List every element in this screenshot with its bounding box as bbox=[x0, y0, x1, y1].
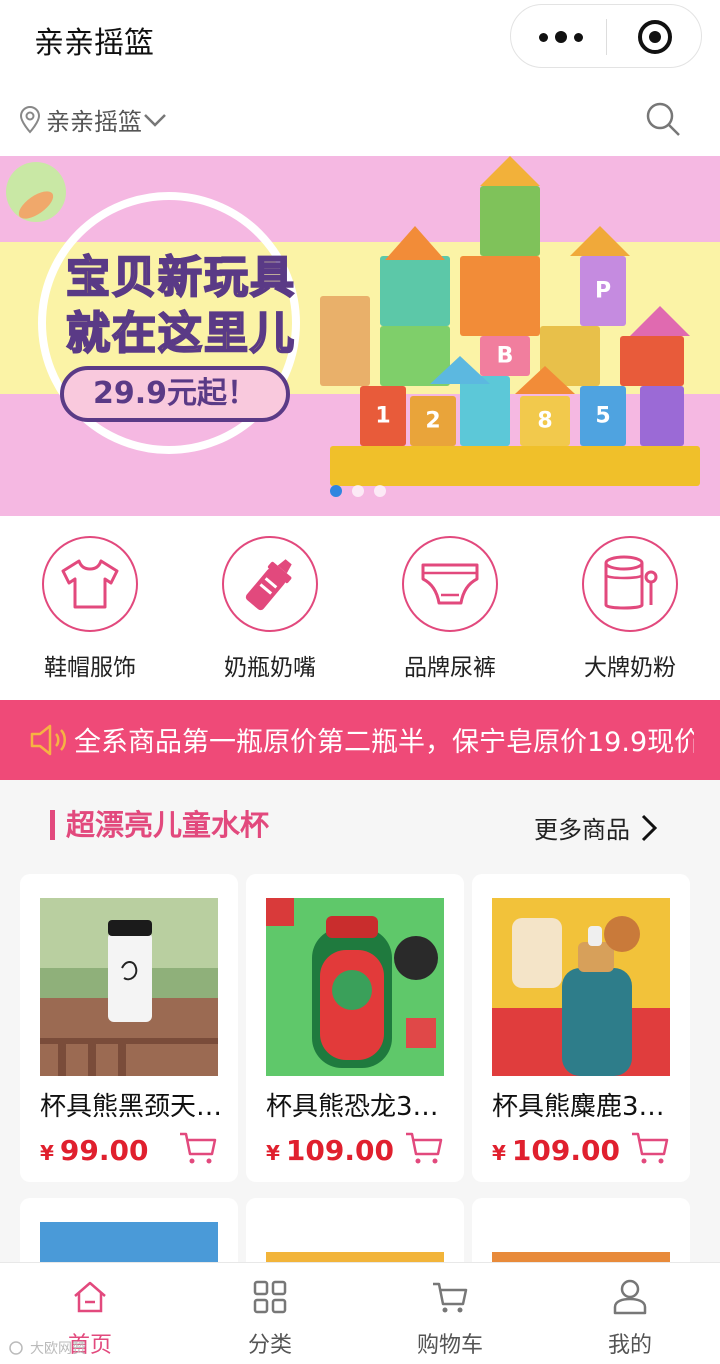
promo-banner[interactable]: 宝贝新玩具 就在这里儿 29.9元起！ 1 2 8 5 B P bbox=[0, 156, 720, 516]
category-label: 品牌尿裤 bbox=[404, 655, 496, 681]
product-image[interactable] bbox=[266, 1252, 444, 1262]
add-to-cart-icon[interactable] bbox=[630, 1130, 670, 1166]
section-header: 超漂亮儿童水杯 更多商品 bbox=[0, 780, 720, 864]
home-icon bbox=[74, 1281, 106, 1313]
category-grid: 鞋帽服饰 奶瓶奶嘴 品牌尿裤 大牌奶粉 bbox=[0, 516, 720, 700]
category-item-milk-powder[interactable]: 大牌奶粉 bbox=[540, 536, 720, 682]
more-products-link[interactable]: 更多商品 bbox=[534, 810, 658, 845]
location-name: 亲亲摇篮 bbox=[46, 108, 142, 136]
chevron-right-icon bbox=[641, 814, 658, 841]
carousel-dot-active[interactable] bbox=[330, 485, 342, 497]
product-card[interactable]: 杯具熊麋鹿316保温杯 ¥109.00 bbox=[472, 874, 690, 1182]
category-label: 奶瓶奶嘴 bbox=[224, 655, 316, 681]
section-title: 超漂亮儿童水杯 bbox=[66, 808, 270, 842]
product-image[interactable] bbox=[492, 898, 670, 1076]
product-card[interactable]: 杯具熊恐龙316保温杯 ¥109.00 bbox=[246, 874, 464, 1182]
bottom-tab-bar: 首页 分类 购物车 我的 bbox=[0, 1262, 720, 1364]
product-card[interactable]: 杯具熊黑颈天鹅保温杯 ¥99.00 bbox=[20, 874, 238, 1182]
product-name: 杯具熊黑颈天鹅保温杯 bbox=[40, 1092, 226, 1122]
category-label: 鞋帽服饰 bbox=[44, 655, 136, 681]
more-products-label: 更多商品 bbox=[534, 816, 630, 844]
tab-label: 购物车 bbox=[416, 1333, 483, 1358]
banner-headline: 宝贝新玩具 就在这里儿 bbox=[65, 250, 296, 362]
search-icon[interactable] bbox=[644, 100, 682, 138]
banner-headline-line2: 就在这里儿 bbox=[65, 307, 296, 360]
add-to-cart-icon[interactable] bbox=[404, 1130, 444, 1166]
product-image[interactable] bbox=[266, 898, 444, 1076]
mini-program-capsule bbox=[510, 4, 702, 68]
category-item-diapers[interactable]: 品牌尿裤 bbox=[360, 536, 540, 682]
tab-cart[interactable]: 购物车 bbox=[360, 1275, 540, 1359]
shirt-icon bbox=[42, 536, 138, 632]
tab-label: 我的 bbox=[607, 1333, 652, 1358]
carousel-dot[interactable] bbox=[374, 485, 386, 497]
tab-label: 分类 bbox=[247, 1333, 292, 1358]
product-price: ¥109.00 bbox=[266, 1134, 394, 1167]
baby-bottle-icon bbox=[222, 536, 318, 632]
capsule-divider bbox=[606, 19, 607, 55]
product-image[interactable] bbox=[492, 1252, 670, 1262]
category-label: 大牌奶粉 bbox=[584, 655, 676, 681]
product-price: ¥109.00 bbox=[492, 1134, 620, 1167]
tab-category[interactable]: 分类 bbox=[180, 1275, 360, 1359]
product-name: 杯具熊恐龙316保温杯 bbox=[266, 1092, 452, 1122]
watermark-text: 大欧网赞 bbox=[30, 1341, 86, 1357]
product-name: 杯具熊麋鹿316保温杯 bbox=[492, 1092, 678, 1122]
close-target-icon[interactable] bbox=[638, 20, 672, 54]
cart-icon bbox=[433, 1282, 468, 1313]
location-selector[interactable]: 亲亲摇篮 bbox=[18, 102, 172, 137]
add-to-cart-icon[interactable] bbox=[178, 1130, 218, 1166]
category-item-clothing[interactable]: 鞋帽服饰 bbox=[0, 536, 180, 682]
grid-icon bbox=[253, 1280, 287, 1314]
user-icon bbox=[613, 1279, 647, 1315]
tab-mine[interactable]: 我的 bbox=[540, 1275, 720, 1359]
watermark-logo-icon bbox=[9, 1341, 23, 1355]
watermark: 大欧网赞 bbox=[8, 1338, 86, 1358]
more-menu-icon[interactable] bbox=[539, 27, 583, 47]
speaker-icon bbox=[30, 724, 66, 756]
category-item-bottles[interactable]: 奶瓶奶嘴 bbox=[180, 536, 360, 682]
product-image[interactable] bbox=[40, 898, 218, 1076]
title-bar: 亲亲摇篮 bbox=[0, 0, 720, 80]
app-title: 亲亲摇篮 bbox=[34, 26, 154, 61]
section-accent-bar bbox=[50, 810, 55, 840]
location-bar: 亲亲摇篮 bbox=[0, 80, 720, 156]
location-pin-icon bbox=[19, 105, 41, 133]
product-price: ¥99.00 bbox=[40, 1134, 149, 1167]
milk-powder-can-icon bbox=[582, 536, 678, 632]
diaper-icon bbox=[402, 536, 498, 632]
notice-text: 全系商品第一瓶原价第二瓶半，保宁皂原价19.9现价 bbox=[74, 727, 694, 758]
chevron-down-icon bbox=[144, 113, 166, 127]
carousel-dot[interactable] bbox=[352, 485, 364, 497]
banner-price-tag: 29.9元起！ bbox=[60, 366, 290, 422]
notice-bar[interactable]: 全系商品第一瓶原价第二瓶半，保宁皂原价19.9现价 bbox=[0, 700, 720, 780]
carousel-indicator[interactable] bbox=[330, 485, 386, 497]
banner-headline-line1: 宝贝新玩具 bbox=[65, 251, 296, 304]
